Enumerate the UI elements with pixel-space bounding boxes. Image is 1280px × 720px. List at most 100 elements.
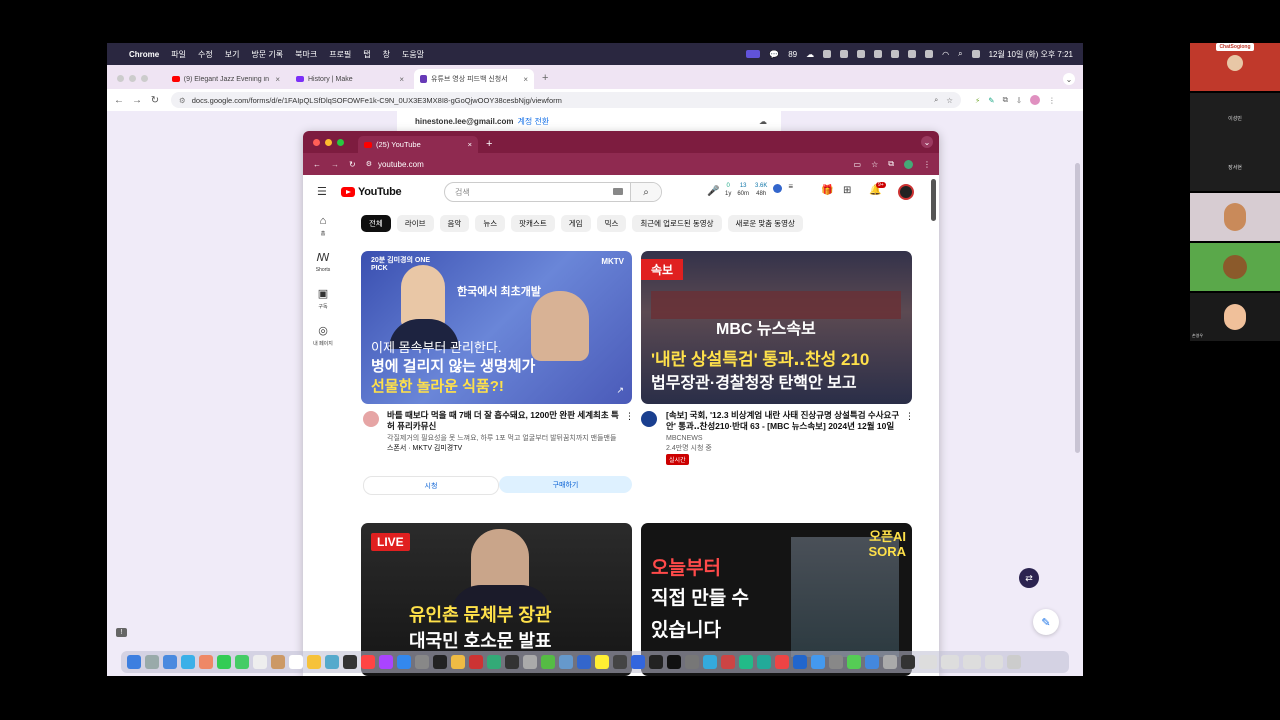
- safari-icon[interactable]: [181, 655, 195, 669]
- control-center-icon[interactable]: [971, 50, 980, 58]
- terminal-icon[interactable]: [433, 655, 447, 669]
- outer-tab-jazz[interactable]: (9) Elegant Jazz Evening in N ×: [166, 69, 286, 89]
- search-button[interactable]: ⌕: [630, 183, 661, 201]
- yt-scrollbar[interactable]: [931, 179, 936, 221]
- cloud-icon[interactable]: ☁: [806, 50, 814, 59]
- app-icon-2[interactable]: [840, 50, 849, 58]
- search-box[interactable]: 검색 ⌕: [444, 182, 662, 202]
- app-icon[interactable]: [559, 655, 573, 669]
- app-icon[interactable]: [703, 655, 717, 669]
- window-close-button[interactable]: [117, 75, 124, 82]
- participant-tile[interactable]: ChatSogiong: [1190, 43, 1280, 91]
- more-actions-icon[interactable]: ⋮: [625, 411, 634, 422]
- app-icon[interactable]: [883, 655, 897, 669]
- app-icon[interactable]: [577, 655, 591, 669]
- video-thumbnail[interactable]: 20분 김미경의 ONE PICK MKTV 한국에서 최초개발 이제 몸속부터…: [361, 251, 632, 404]
- more-actions-icon[interactable]: ⋮: [905, 411, 914, 422]
- chip-recent[interactable]: 최근에 업로드된 동영상: [632, 215, 722, 232]
- back-icon[interactable]: ←: [113, 95, 125, 106]
- channel-avatar[interactable]: [641, 411, 657, 427]
- app-icon-1[interactable]: [823, 50, 832, 58]
- video-title[interactable]: 바를 때보다 먹을 때 7배 더 잘 흡수돼요, 1200만 완판 세계최초 특…: [387, 410, 623, 432]
- sidebar-item-home[interactable]: ⌂ 홈: [303, 215, 343, 237]
- keyboard-icon[interactable]: [613, 188, 623, 195]
- hamburger-menu-icon[interactable]: ☰: [317, 185, 327, 198]
- floating-assistant-button[interactable]: ⇄: [1019, 568, 1039, 588]
- recent-file-icon[interactable]: [963, 655, 981, 669]
- bookmark-star-icon[interactable]: ☆: [946, 96, 953, 105]
- chip-news[interactable]: 뉴스: [475, 215, 506, 232]
- switch-account-link[interactable]: 계정 전환: [518, 116, 550, 127]
- kakaotalk-icon[interactable]: [595, 655, 609, 669]
- close-icon[interactable]: ×: [275, 75, 280, 84]
- chat-icon[interactable]: 💬: [769, 50, 779, 59]
- participant-tile[interactable]: [1190, 243, 1280, 291]
- reload-icon[interactable]: ↻: [349, 160, 356, 169]
- close-icon[interactable]: ×: [468, 140, 472, 149]
- extension-icon-2[interactable]: ✎: [988, 96, 994, 105]
- video-title[interactable]: [속보] 국회, '12.3 비상계엄 내란 사태 진상규명 상설특검 수사요구…: [666, 410, 902, 432]
- yt-url-field[interactable]: ⚙ youtube.com: [366, 160, 424, 169]
- site-info-icon[interactable]: ⚙: [179, 96, 186, 105]
- outer-tab-form[interactable]: 유튜브 영상 피드백 신청서 ×: [414, 69, 534, 89]
- reload-icon[interactable]: ↻: [149, 95, 161, 106]
- music-icon[interactable]: [361, 655, 375, 669]
- menu-item-file[interactable]: 파일: [171, 49, 186, 60]
- spotlight-icon[interactable]: ⌕: [958, 49, 962, 59]
- extensions-icon[interactable]: ⧉: [888, 159, 894, 169]
- yt-minimize-button[interactable]: [325, 138, 332, 146]
- participant-tile[interactable]: 손영우: [1190, 293, 1280, 341]
- contacts-icon[interactable]: [271, 655, 285, 669]
- forms-scrollbar[interactable]: [1075, 163, 1080, 453]
- new-tab-icon[interactable]: +: [486, 138, 492, 150]
- wifi-icon[interactable]: ◠: [942, 50, 949, 59]
- app-icon[interactable]: [523, 655, 537, 669]
- channel-avatar[interactable]: [363, 411, 379, 427]
- menu-item-help[interactable]: 도움말: [402, 49, 424, 60]
- external-link-icon[interactable]: ↗: [616, 385, 624, 396]
- edit-pencil-button[interactable]: ✎: [1033, 609, 1059, 635]
- messages-icon[interactable]: [235, 655, 249, 669]
- trash-icon[interactable]: [1007, 655, 1021, 669]
- chip-mix[interactable]: 믹스: [596, 215, 627, 232]
- menu-item-edit[interactable]: 수정: [198, 49, 213, 60]
- yt-tab[interactable]: (25) YouTube ×: [358, 136, 478, 153]
- menu-item-window[interactable]: 창: [383, 49, 390, 60]
- yt-close-button[interactable]: [313, 138, 320, 146]
- video-channel[interactable]: 스폰서 · MKTV 김미경TV: [387, 444, 623, 454]
- tv-icon[interactable]: [343, 655, 357, 669]
- chip-new-for-you[interactable]: 새로운 맞춤 동영상: [727, 215, 803, 232]
- more-menu-icon[interactable]: ⋮: [1048, 96, 1056, 105]
- feedback-icon[interactable]: !: [116, 628, 127, 637]
- app-icon[interactable]: [613, 655, 627, 669]
- forward-icon[interactable]: →: [131, 95, 143, 106]
- sidebar-item-profile[interactable]: ◎ 내 페이지: [303, 324, 343, 347]
- chip-games[interactable]: 게임: [560, 215, 591, 232]
- recent-file-icon[interactable]: [941, 655, 959, 669]
- more-menu-icon[interactable]: ⋮: [923, 160, 931, 169]
- close-icon[interactable]: ×: [399, 75, 404, 84]
- podcasts-icon[interactable]: [379, 655, 393, 669]
- tab-search-icon[interactable]: ⌄: [1063, 73, 1075, 85]
- app-icon[interactable]: [829, 655, 843, 669]
- menu-item-bookmarks[interactable]: 북마크: [295, 49, 317, 60]
- tab-search-icon[interactable]: ⌄: [921, 136, 933, 148]
- stats-tool-icon[interactable]: [773, 184, 783, 193]
- forward-icon[interactable]: →: [331, 160, 339, 169]
- list-icon[interactable]: ≡: [788, 182, 793, 198]
- reminders-icon[interactable]: [289, 655, 303, 669]
- app-icon-6[interactable]: [908, 50, 917, 58]
- menu-clock[interactable]: 12월 10일 (화) 오후 7:21: [989, 49, 1073, 60]
- menu-item-tab[interactable]: 탭: [363, 49, 370, 60]
- participant-tile[interactable]: 장서현: [1190, 143, 1280, 191]
- app-icon[interactable]: [811, 655, 825, 669]
- app-icon[interactable]: [775, 655, 789, 669]
- participant-tile[interactable]: [1190, 193, 1280, 241]
- search-input[interactable]: 검색: [455, 187, 470, 198]
- app-icon[interactable]: [721, 655, 735, 669]
- site-info-icon[interactable]: ⚙: [366, 160, 372, 168]
- finder-icon[interactable]: [127, 655, 141, 669]
- app-icon[interactable]: [901, 655, 915, 669]
- app-icon[interactable]: [685, 655, 699, 669]
- sidebar-item-shorts[interactable]: ꟿ Shorts: [303, 251, 343, 273]
